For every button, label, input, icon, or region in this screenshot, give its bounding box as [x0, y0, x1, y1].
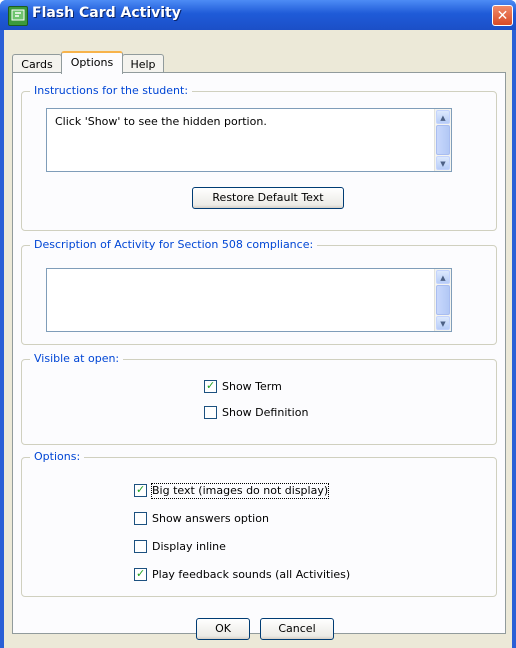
- play-feedback-sounds-checkbox[interactable]: Play feedback sounds (all Activities): [134, 567, 434, 582]
- cancel-button[interactable]: Cancel: [260, 618, 334, 640]
- tab-help[interactable]: Help: [122, 54, 164, 74]
- scroll-up-icon[interactable]: ▲: [436, 270, 450, 284]
- description-group: Description of Activity for Section 508 …: [21, 238, 497, 345]
- instructions-scrollbar[interactable]: ▲ ▼: [434, 109, 451, 171]
- checkbox-unchecked-icon[interactable]: [204, 406, 217, 419]
- options-tab-panel: Instructions for the student: Click 'Sho…: [12, 72, 506, 634]
- instructions-legend: Instructions for the student:: [30, 84, 193, 97]
- options-group: Options: Big text (images do not display…: [21, 450, 497, 597]
- play-feedback-sounds-label: Play feedback sounds (all Activities): [152, 568, 351, 581]
- instructions-text: Click 'Show' to see the hidden portion.: [55, 115, 267, 128]
- visible-at-open-group: Visible at open: Show Term Show Definiti…: [21, 352, 497, 445]
- app-icon: [8, 6, 28, 26]
- show-definition-label: Show Definition: [222, 406, 309, 419]
- checkbox-checked-icon[interactable]: [134, 567, 147, 581]
- instructions-group: Instructions for the student: Click 'Sho…: [21, 84, 497, 231]
- big-text-checkbox[interactable]: Big text (images do not display): [134, 483, 394, 499]
- tab-cards[interactable]: Cards: [12, 54, 62, 74]
- tab-options[interactable]: Options: [61, 51, 123, 74]
- checkbox-checked-icon[interactable]: [134, 483, 147, 497]
- display-inline-checkbox[interactable]: Display inline: [134, 540, 294, 554]
- description-scrollbar[interactable]: ▲ ▼: [434, 269, 451, 331]
- scroll-up-icon[interactable]: ▲: [436, 110, 450, 124]
- scroll-down-icon[interactable]: ▼: [436, 156, 450, 170]
- checkbox-unchecked-icon[interactable]: [134, 512, 147, 525]
- big-text-label: Big text (images do not display): [150, 483, 330, 499]
- description-textarea[interactable]: ▲ ▼: [46, 268, 452, 332]
- visible-legend: Visible at open:: [30, 352, 124, 365]
- options-legend: Options:: [30, 450, 85, 463]
- scroll-thumb[interactable]: [436, 125, 450, 155]
- show-definition-checkbox[interactable]: Show Definition: [204, 406, 344, 420]
- show-term-label: Show Term: [222, 380, 282, 393]
- checkbox-unchecked-icon[interactable]: [134, 540, 147, 553]
- scroll-thumb[interactable]: [436, 285, 450, 315]
- ok-button[interactable]: OK: [196, 618, 250, 640]
- dialog-window: Flash Card Activity ✕ Cards Options Help…: [0, 0, 516, 648]
- show-answers-label: Show answers option: [152, 512, 269, 525]
- restore-default-text-button[interactable]: Restore Default Text: [192, 187, 344, 209]
- window-title: Flash Card Activity: [32, 5, 181, 21]
- display-inline-label: Display inline: [152, 540, 226, 553]
- dialog-body: Cards Options Help Instructions for the …: [4, 30, 512, 648]
- checkbox-checked-icon[interactable]: [204, 379, 217, 393]
- show-term-checkbox[interactable]: Show Term: [204, 379, 324, 394]
- instructions-textarea[interactable]: Click 'Show' to see the hidden portion. …: [46, 108, 452, 172]
- close-icon[interactable]: ✕: [492, 5, 513, 26]
- description-legend: Description of Activity for Section 508 …: [30, 238, 318, 251]
- scroll-down-icon[interactable]: ▼: [436, 316, 450, 330]
- title-bar[interactable]: Flash Card Activity ✕: [0, 0, 516, 30]
- show-answers-checkbox[interactable]: Show answers option: [134, 512, 334, 526]
